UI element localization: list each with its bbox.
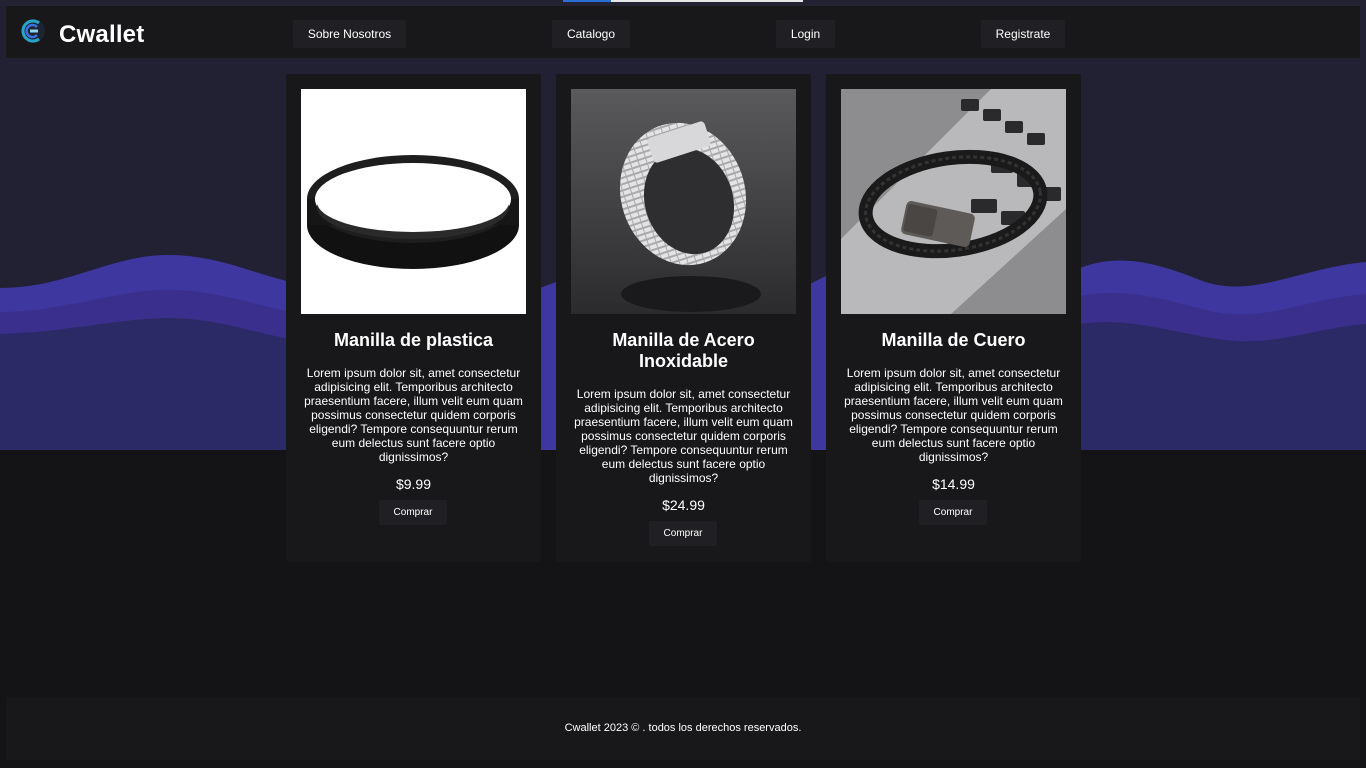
product-description: Lorem ipsum dolor sit, amet consectetur … (574, 387, 793, 485)
brand-name[interactable]: Cwallet (59, 21, 144, 49)
nav-about-button[interactable]: Sobre Nosotros (293, 20, 406, 48)
nav-login-button[interactable]: Login (776, 20, 835, 48)
product-price: $9.99 (395, 476, 432, 492)
product-card: Manilla de Acero Inoxidable Lorem ipsum … (556, 74, 811, 562)
product-image-leather-bracelet (841, 89, 1066, 314)
product-image-steel-bracelet (571, 89, 796, 314)
product-description: Lorem ipsum dolor sit, amet consectetur … (844, 366, 1063, 464)
buy-button[interactable]: Comprar (649, 521, 717, 546)
buy-button[interactable]: Comprar (919, 500, 987, 525)
cwallet-logo-icon[interactable] (20, 18, 46, 44)
nav-register-button[interactable]: Registrate (981, 20, 1065, 48)
nav-catalog-button[interactable]: Catalogo (552, 20, 630, 48)
product-price: $14.99 (932, 476, 975, 492)
buy-button[interactable]: Comprar (379, 500, 447, 525)
top-strip-accent (563, 0, 611, 2)
product-title: Manilla de plastica (333, 330, 494, 350)
product-image-plastic-bracelet (301, 89, 526, 314)
page: Cwallet Sobre Nosotros Catalogo Login Re… (0, 0, 1366, 768)
site-header: Cwallet Sobre Nosotros Catalogo Login Re… (6, 6, 1360, 58)
product-description: Lorem ipsum dolor sit, amet consectetur … (304, 366, 523, 464)
top-strip-highlight (611, 0, 803, 2)
product-title: Manilla de Acero Inoxidable (612, 330, 755, 371)
product-price: $24.99 (662, 497, 705, 513)
site-footer: Cwallet 2023 © . todos los derechos rese… (6, 697, 1360, 760)
product-card: Manilla de Cuero Lorem ipsum dolor sit, … (826, 74, 1081, 562)
product-title: Manilla de Cuero (881, 330, 1026, 350)
product-card: Manilla de plastica Lorem ipsum dolor si… (286, 74, 541, 562)
copyright-text: Cwallet 2023 © . todos los derechos rese… (564, 722, 802, 734)
